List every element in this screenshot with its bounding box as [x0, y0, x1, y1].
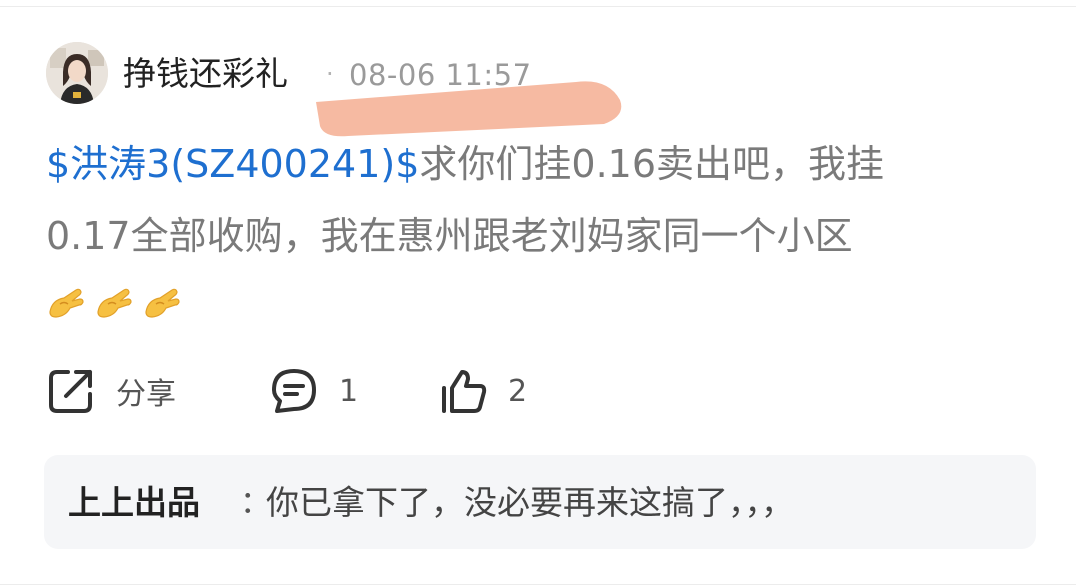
- bottom-divider: [0, 584, 1076, 585]
- author-avatar[interactable]: [46, 42, 108, 104]
- share-button[interactable]: 分享: [46, 363, 176, 419]
- like-button[interactable]: 2: [438, 363, 527, 419]
- post-line-2: 0.17全部收购，我在惠州跟老刘妈家同一个小区: [46, 200, 1036, 272]
- ok-hand-emoji: [145, 288, 180, 318]
- stock-tag-link[interactable]: $洪涛3(SZ400241)$: [46, 142, 419, 186]
- ok-hand-emoji: [97, 288, 132, 318]
- like-count: 2: [508, 373, 528, 409]
- post-text-2: 0.17全部收购，我在惠州跟老刘妈家同一个小区: [46, 214, 853, 258]
- comment-button[interactable]: 1: [269, 363, 358, 419]
- comment-count: 1: [339, 373, 359, 409]
- top-divider: [0, 6, 1076, 7]
- redaction-mark: [316, 81, 622, 137]
- post-actions: 分享 1 2: [46, 363, 646, 419]
- share-icon: [49, 370, 92, 413]
- comment-icon: [272, 369, 316, 413]
- post-body: $洪涛3(SZ400241)$求你们挂0.16卖出吧，我挂 0.17全部收购，我…: [46, 128, 1036, 326]
- post-text-1: 求你们挂0.16卖出吧，我挂: [419, 142, 885, 186]
- author-name[interactable]: 挣钱还彩礼: [123, 52, 288, 96]
- share-label: 分享: [116, 377, 176, 412]
- thumbs-up-icon: [442, 370, 487, 413]
- ok-hand-emoji: [49, 288, 84, 318]
- reply-author[interactable]: 上上出品: [68, 481, 200, 525]
- reply-text: 你已拿下了，没必要再来这搞了，，，: [266, 483, 794, 522]
- emoji-row: [46, 282, 1036, 326]
- reply-preview[interactable]: 上上出品 ： 你已拿下了，没必要再来这搞了，，，: [44, 455, 1036, 549]
